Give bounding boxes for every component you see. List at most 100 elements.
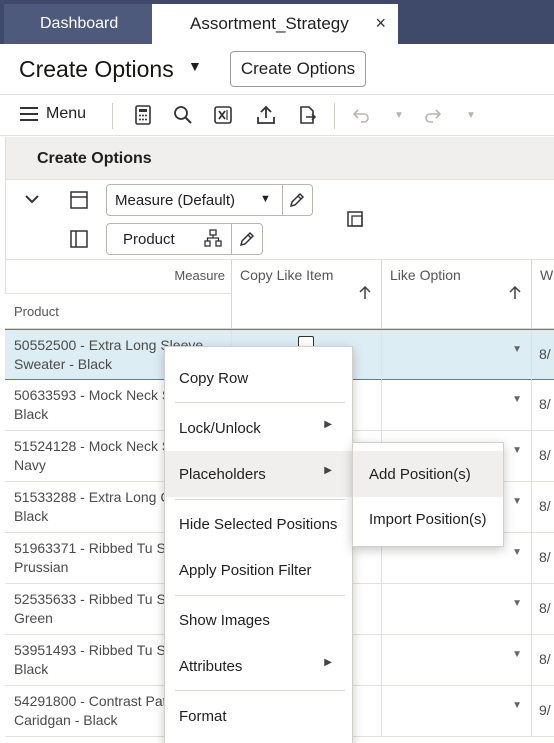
grid-header: Measure Product Copy Like Item Like Opti… [5,259,554,330]
edit-pencil-icon[interactable] [237,229,257,253]
column-header-like-option[interactable]: Like Option [381,260,531,330]
menu-item-label: Placeholders [179,465,266,483]
like-option-cell[interactable]: ▼ [381,330,531,380]
calculator-icon[interactable] [132,104,154,126]
column-header-label: Copy Like Item [240,267,334,283]
redo-icon[interactable] [422,104,444,126]
placeholders-submenu: Add Position(s) Import Position(s) [352,442,504,547]
chevron-down-icon[interactable]: ▼ [512,649,522,660]
product-dropdown[interactable]: Product [106,223,263,255]
menu-item-hide-selected-positions[interactable]: Hide Selected Positions [165,501,354,547]
page-title: Create Options [19,56,174,82]
search-icon[interactable] [172,104,194,126]
chevron-down-icon[interactable]: ▼ [188,58,202,74]
panel-layout-icon[interactable] [346,210,366,230]
tab-assortment-strategy[interactable]: Assortment_Strategy × [152,4,398,44]
menu-item-add-positions[interactable]: Add Position(s) [353,451,503,497]
row-layout-icon[interactable] [69,190,89,210]
w-cell: 8/ [531,380,554,430]
page-header: Create Options ▼ Create Options [0,44,554,94]
toolbar-divider [334,103,335,129]
chevron-right-icon: ▶ [324,465,332,476]
edit-pencil-icon[interactable] [287,190,307,214]
chevron-down-icon[interactable]: ▼ [260,193,271,205]
w-cell: 8/ [531,330,554,380]
menu-item-label: Add Position(s) [369,465,471,483]
chevron-down-icon[interactable]: ▼ [512,700,522,711]
menu-button[interactable]: Menu [20,105,86,123]
w-cell: 8/ [531,482,554,532]
w-cell: 8/ [531,431,554,481]
product-header-label: Product [14,304,59,319]
menu-divider [175,402,345,403]
like-option-cell[interactable]: ▼ [381,380,531,430]
menu-item-label: Format [179,707,227,725]
measure-dropdown[interactable]: Measure (Default) ▼ [106,184,313,216]
column-header-label: Like Option [390,267,461,283]
column-layout-icon[interactable] [69,229,89,249]
menu-item-label: Lock/Unlock [179,419,261,437]
measure-header-label: Measure [174,268,225,283]
chevron-down-icon[interactable]: ▼ [512,547,522,558]
w-cell: 8/ [531,635,554,685]
menu-item-placeholders[interactable]: Placeholders ▶ [165,451,354,497]
menu-item-label: Import Position(s) [369,510,487,528]
menu-divider [175,690,345,691]
excel-export-icon[interactable] [212,104,234,126]
like-option-cell[interactable]: ▼ [381,686,531,736]
menu-item-lock-unlock[interactable]: Lock/Unlock ▶ [165,405,354,451]
context-menu: Copy Row Lock/Unlock ▶ Placeholders ▶ Hi… [164,346,354,743]
measure-dropdown-label: Measure (Default) [115,191,236,209]
tab-dashboard[interactable]: Dashboard [4,4,152,44]
chevron-down-icon[interactable]: ▼ [512,445,522,456]
menu-divider [175,595,345,596]
like-option-cell[interactable]: ▼ [381,635,531,685]
tab-bar: Dashboard Assortment_Strategy × [0,0,554,44]
chevron-right-icon: ▶ [324,657,332,668]
tab-assortment-strategy-label: Assortment_Strategy [190,14,349,33]
menu-item-apply-position-filter[interactable]: Apply Position Filter [165,547,354,593]
chevron-down-icon[interactable]: ▼ [512,598,522,609]
undo-dropdown-icon[interactable]: ▼ [388,104,410,126]
tab-dashboard-label: Dashboard [40,15,119,32]
menu-label: Menu [46,105,87,122]
chevron-down-icon[interactable]: ▼ [512,394,522,405]
w-cell: 9/ [531,686,554,736]
w-cell: 8/ [531,584,554,634]
hamburger-icon [20,107,38,121]
menu-item-label: Apply Position Filter [179,561,312,579]
collapse-chevron-icon[interactable] [24,192,40,210]
column-header-copy-like-item[interactable]: Copy Like Item [231,260,381,330]
pivot-bar: Measure (Default) ▼ Product [6,179,554,259]
like-option-cell[interactable]: ▼ [381,584,531,634]
w-cell: 8/ [531,533,554,583]
menu-divider [175,499,345,500]
toolbar: Menu ▼ ▼ [0,94,554,136]
chevron-down-icon[interactable]: ▼ [512,344,522,355]
menu-item-label: Copy Row [179,369,249,387]
column-header-w[interactable]: W [531,260,554,330]
menu-item-import-positions[interactable]: Import Position(s) [353,496,503,542]
menu-item-copy-row[interactable]: Copy Row [165,355,354,401]
close-icon[interactable]: × [375,13,386,34]
panel-title: Create Options [37,150,152,167]
product-dropdown-label: Product [123,230,175,248]
chevron-right-icon: ▶ [324,419,332,430]
export-file-icon[interactable] [296,104,318,126]
column-header-label: W [540,267,554,283]
hierarchy-icon[interactable] [204,229,222,251]
upload-icon[interactable] [255,104,277,126]
chevron-down-icon[interactable]: ▼ [512,496,522,507]
redo-dropdown-icon[interactable]: ▼ [460,104,482,126]
menu-item-format[interactable]: Format [165,693,354,739]
menu-item-show-images[interactable]: Show Images [165,597,354,643]
sort-arrow-icon[interactable] [509,285,521,305]
menu-item-label: Show Images [179,611,270,629]
menu-item-label: Hide Selected Positions [179,515,338,533]
sort-arrow-icon[interactable] [359,285,371,305]
menu-item-attributes[interactable]: Attributes ▶ [165,643,354,689]
create-options-button[interactable]: Create Options [230,51,366,87]
toolbar-divider [112,103,113,129]
measure-header: Measure [5,260,231,294]
undo-icon[interactable] [350,104,372,126]
